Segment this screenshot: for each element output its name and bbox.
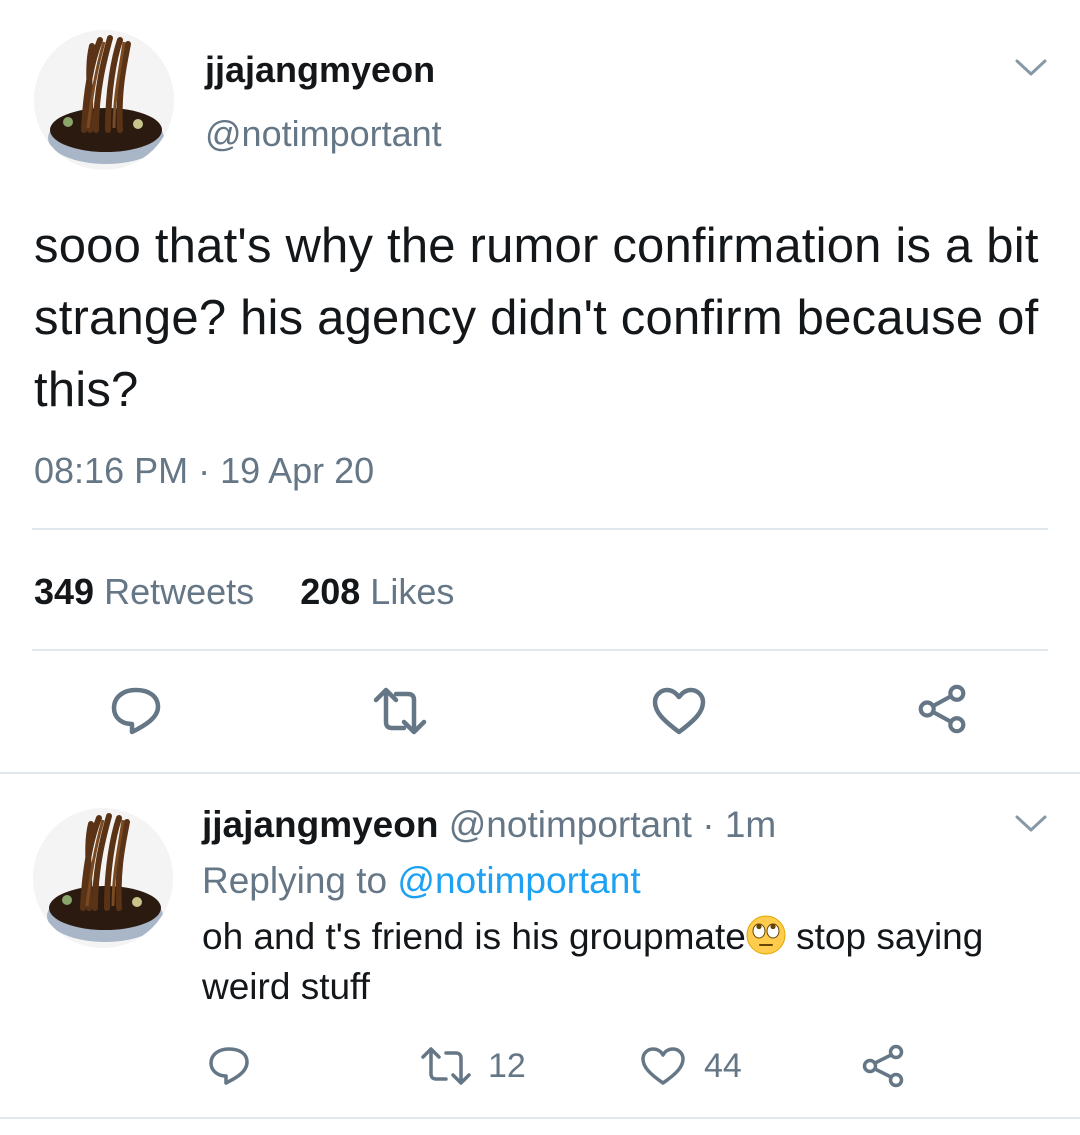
retweet-icon[interactable] bbox=[420, 1046, 474, 1086]
retweets-count: 349 bbox=[34, 571, 95, 612]
user-handle[interactable]: @notimportant bbox=[205, 110, 442, 158]
replying-to-label: Replying to bbox=[202, 860, 388, 901]
share-icon[interactable] bbox=[860, 1044, 906, 1088]
reply-text-part-1: oh and t's friend is his groupmate bbox=[202, 916, 746, 957]
retweets-label: Retweets bbox=[104, 571, 255, 612]
chevron-down-icon[interactable] bbox=[1014, 814, 1048, 834]
like-count: 44 bbox=[704, 1047, 742, 1085]
divider bbox=[0, 772, 1080, 774]
likes-count: 208 bbox=[300, 571, 361, 612]
handle-and-time: @notimportant · 1m bbox=[448, 804, 777, 845]
like-icon[interactable] bbox=[640, 1046, 686, 1086]
noodle-bowl-avatar-image bbox=[34, 30, 174, 170]
avatar[interactable] bbox=[34, 30, 174, 170]
display-name[interactable]: jjajangmyeon bbox=[202, 804, 438, 845]
reply-tweet-text: oh and t's friend is his groupmate stop … bbox=[202, 912, 1052, 1012]
avatar[interactable] bbox=[33, 808, 173, 948]
retweets-stat[interactable]: 349 Retweets bbox=[34, 571, 264, 612]
divider bbox=[0, 1117, 1080, 1119]
display-name[interactable]: jjajangmyeon bbox=[205, 46, 435, 94]
rolling-eyes-emoji-icon bbox=[746, 915, 786, 955]
divider bbox=[32, 528, 1048, 530]
engagement-stats: 349 Retweets 208 Likes bbox=[34, 568, 454, 616]
share-icon[interactable] bbox=[914, 684, 970, 734]
like-icon[interactable] bbox=[651, 686, 707, 736]
divider bbox=[32, 649, 1048, 651]
reply-icon[interactable] bbox=[207, 1046, 251, 1086]
tweet-timestamp: 08:16 PM · 19 Apr 20 bbox=[34, 450, 375, 491]
reply-icon[interactable] bbox=[108, 686, 164, 736]
likes-stat[interactable]: 208 Likes bbox=[300, 571, 454, 612]
replying-to: Replying to @notimportant bbox=[202, 856, 641, 906]
tweet-text: sooo that's why the rumor confirmation i… bbox=[34, 219, 1039, 417]
reply-header: jjajangmyeon @notimportant · 1m bbox=[202, 800, 776, 850]
retweet-icon[interactable] bbox=[372, 686, 428, 736]
chevron-down-icon[interactable] bbox=[1014, 58, 1048, 78]
noodle-bowl-avatar-image bbox=[33, 808, 173, 948]
likes-label: Likes bbox=[370, 571, 455, 612]
retweet-count: 12 bbox=[488, 1047, 526, 1085]
replying-to-handle-link[interactable]: @notimportant bbox=[397, 860, 640, 901]
